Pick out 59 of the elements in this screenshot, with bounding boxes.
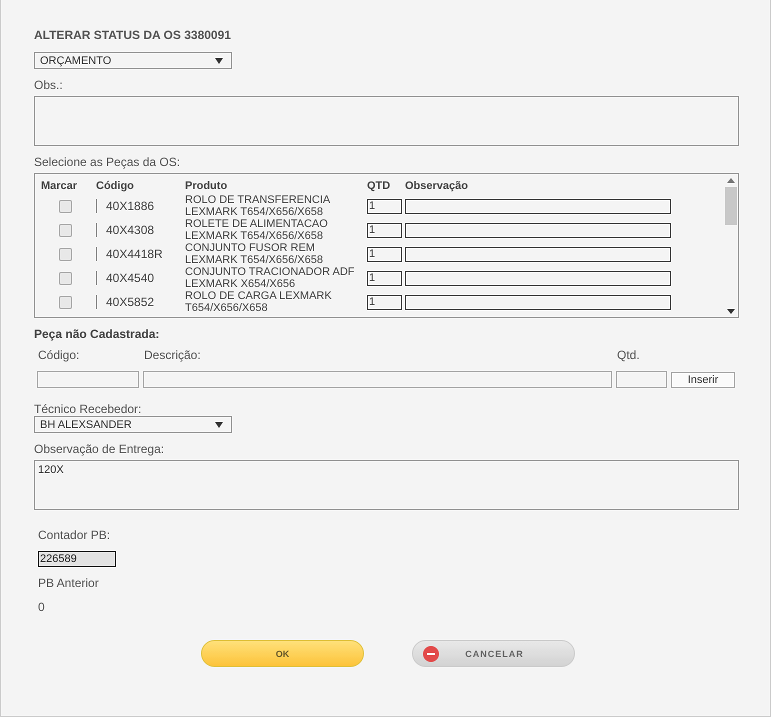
checkbox[interactable] [59,248,72,260]
obs-label: Obs.: [34,78,63,92]
dialog-title: ALTERAR STATUS DA OS 3380091 [34,28,231,42]
product-name: ROLETE DE ALIMENTACAO LEXMARK T654/X656/X658 [185,218,329,242]
quantity-field[interactable] [616,371,667,388]
part-code: 40X5852 [106,295,154,309]
quantity-field[interactable]: 1 [367,198,402,214]
part-code: 40X4418R [106,247,163,261]
code-field[interactable] [37,371,139,388]
section-heading: Peça não Cadastrada: [34,327,160,341]
counter-label: Contador PB: [38,528,110,542]
part-code: 40X4308 [106,223,154,237]
technician-select[interactable]: BH ALEXSANDER [34,416,232,433]
insert-button[interactable]: Inserir [671,372,735,388]
status-select[interactable]: ORÇAMENTO [34,52,232,69]
scroll-thumb[interactable] [724,187,736,225]
quantity-field[interactable]: 1 [367,246,402,262]
scroll-down-icon[interactable] [726,309,734,314]
obs-field[interactable] [34,96,739,146]
observation-field[interactable] [405,198,671,214]
column-header: Marcar [41,180,78,192]
observation-field[interactable] [405,246,671,262]
column-header: QTD [367,180,392,192]
technician-label: Técnico Recebedor: [34,402,142,416]
product-name: ROLO DE CARGA LEXMARK T654/X656/X658 [185,290,333,314]
ok-button[interactable]: OK [201,640,364,667]
description-label: Descrição: [143,348,202,362]
product-name: CONJUNTO TRACIONADOR ADF LEXMARK X654/X656 [185,266,356,290]
product-name: CONJUNTO FUSOR REM LEXMARK T654/X656/X658 [185,242,324,266]
counter-field[interactable]: 226589 [38,551,116,567]
observation-field[interactable] [405,294,671,310]
column-header: Código [96,180,135,192]
description-field[interactable] [143,371,612,388]
observation-field[interactable] [405,222,671,238]
parts-label: Selecione as Peças da OS: [34,155,180,169]
observation-field[interactable] [405,270,671,286]
cancel-button[interactable]: CANCELAR [412,640,575,667]
quantity-field[interactable]: 1 [367,222,402,238]
checkbox[interactable] [59,200,72,212]
delivery-obs-label: Observação de Entrega: [34,442,164,456]
code-label: Código: [37,348,80,362]
quantity-field[interactable]: 1 [367,294,402,310]
checkbox[interactable] [59,272,72,284]
scroll-up-icon[interactable] [726,178,734,183]
column-header: Produto [185,180,228,192]
part-code: 40X1886 [106,199,154,213]
column-header: Observação [405,180,469,192]
checkbox[interactable] [59,224,72,236]
product-name: ROLO DE TRANSFERENCIA LEXMARK T654/X656/X658 [185,194,332,218]
quantity-field[interactable]: 1 [367,270,402,286]
caret-icon [215,422,223,428]
checkbox[interactable] [59,296,72,308]
previous-value: 0 [38,600,45,614]
minus-icon [423,646,439,662]
quantity-label: Qtd. [616,348,641,362]
previous-label: PB Anterior [38,576,99,590]
caret-icon [215,58,223,64]
part-code: 40X4540 [106,271,154,285]
delivery-obs-field[interactable]: 120X [34,460,739,510]
